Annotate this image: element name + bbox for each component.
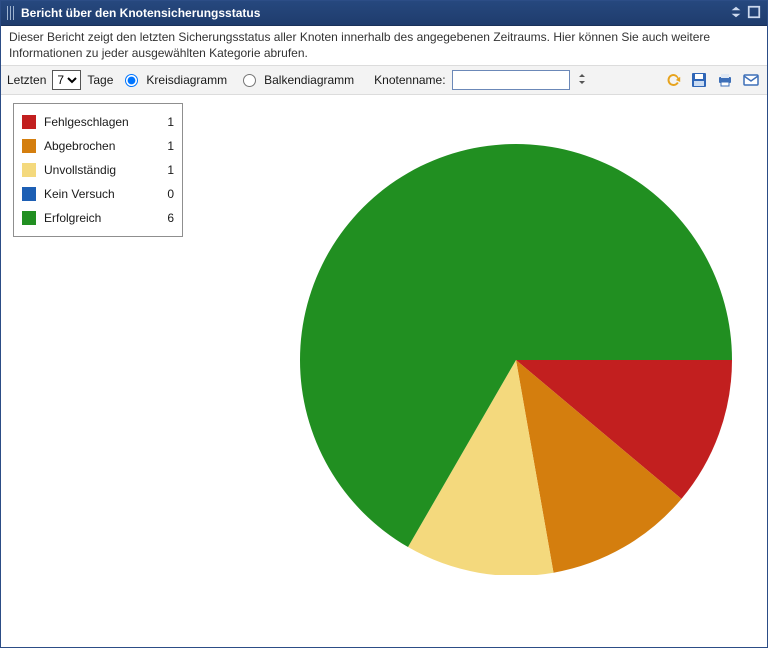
radio-bar[interactable] <box>243 74 256 87</box>
chart-area: Fehlgeschlagen1Abgebrochen1Unvollständig… <box>1 95 767 647</box>
nodename-input[interactable] <box>452 70 570 90</box>
legend-swatch <box>22 139 36 153</box>
days-select[interactable]: 7 <box>52 70 81 90</box>
dropdown-toggle-icon[interactable] <box>578 72 586 89</box>
legend-value: 1 <box>158 110 174 134</box>
nodename-label: Knotenname: <box>374 73 445 87</box>
legend-item[interactable]: Unvollständig1 <box>22 158 174 182</box>
legend-item[interactable]: Erfolgreich6 <box>22 206 174 230</box>
panel: Bericht über den Knotensicherungsstatus … <box>0 0 768 648</box>
close-icon[interactable] <box>747 5 761 22</box>
radio-pie-label[interactable]: Kreisdiagramm <box>146 73 227 87</box>
legend-label: Erfolgreich <box>44 206 154 230</box>
print-icon[interactable] <box>715 70 735 90</box>
radio-pie[interactable] <box>125 74 138 87</box>
drag-grip-icon <box>7 6 15 20</box>
pie-svg <box>291 135 737 575</box>
legend-label: Kein Versuch <box>44 182 154 206</box>
collapse-icon[interactable] <box>729 5 743 22</box>
days-label: Tage <box>87 73 113 87</box>
legend-label: Unvollständig <box>44 158 154 182</box>
legend-item[interactable]: Abgebrochen1 <box>22 134 174 158</box>
radio-bar-label[interactable]: Balkendiagramm <box>264 73 354 87</box>
legend-swatch <box>22 211 36 225</box>
legend-value: 1 <box>158 158 174 182</box>
panel-title: Bericht über den Knotensicherungsstatus <box>21 6 729 20</box>
toolbar: Letzten 7 Tage Kreisdiagramm Balkendiagr… <box>1 66 767 95</box>
legend-label: Fehlgeschlagen <box>44 110 154 134</box>
titlebar-actions <box>729 5 761 22</box>
legend-swatch <box>22 187 36 201</box>
legend-value: 6 <box>158 206 174 230</box>
last-label: Letzten <box>7 73 46 87</box>
legend: Fehlgeschlagen1Abgebrochen1Unvollständig… <box>13 103 183 237</box>
legend-item[interactable]: Fehlgeschlagen1 <box>22 110 174 134</box>
pie-chart <box>291 135 737 575</box>
legend-item[interactable]: Kein Versuch0 <box>22 182 174 206</box>
legend-label: Abgebrochen <box>44 134 154 158</box>
titlebar: Bericht über den Knotensicherungsstatus <box>1 1 767 26</box>
email-icon[interactable] <box>741 70 761 90</box>
legend-value: 0 <box>158 182 174 206</box>
legend-value: 1 <box>158 134 174 158</box>
panel-description: Dieser Bericht zeigt den letzten Sicheru… <box>1 26 767 66</box>
legend-swatch <box>22 163 36 177</box>
save-icon[interactable] <box>689 70 709 90</box>
legend-swatch <box>22 115 36 129</box>
refresh-icon[interactable] <box>663 70 683 90</box>
